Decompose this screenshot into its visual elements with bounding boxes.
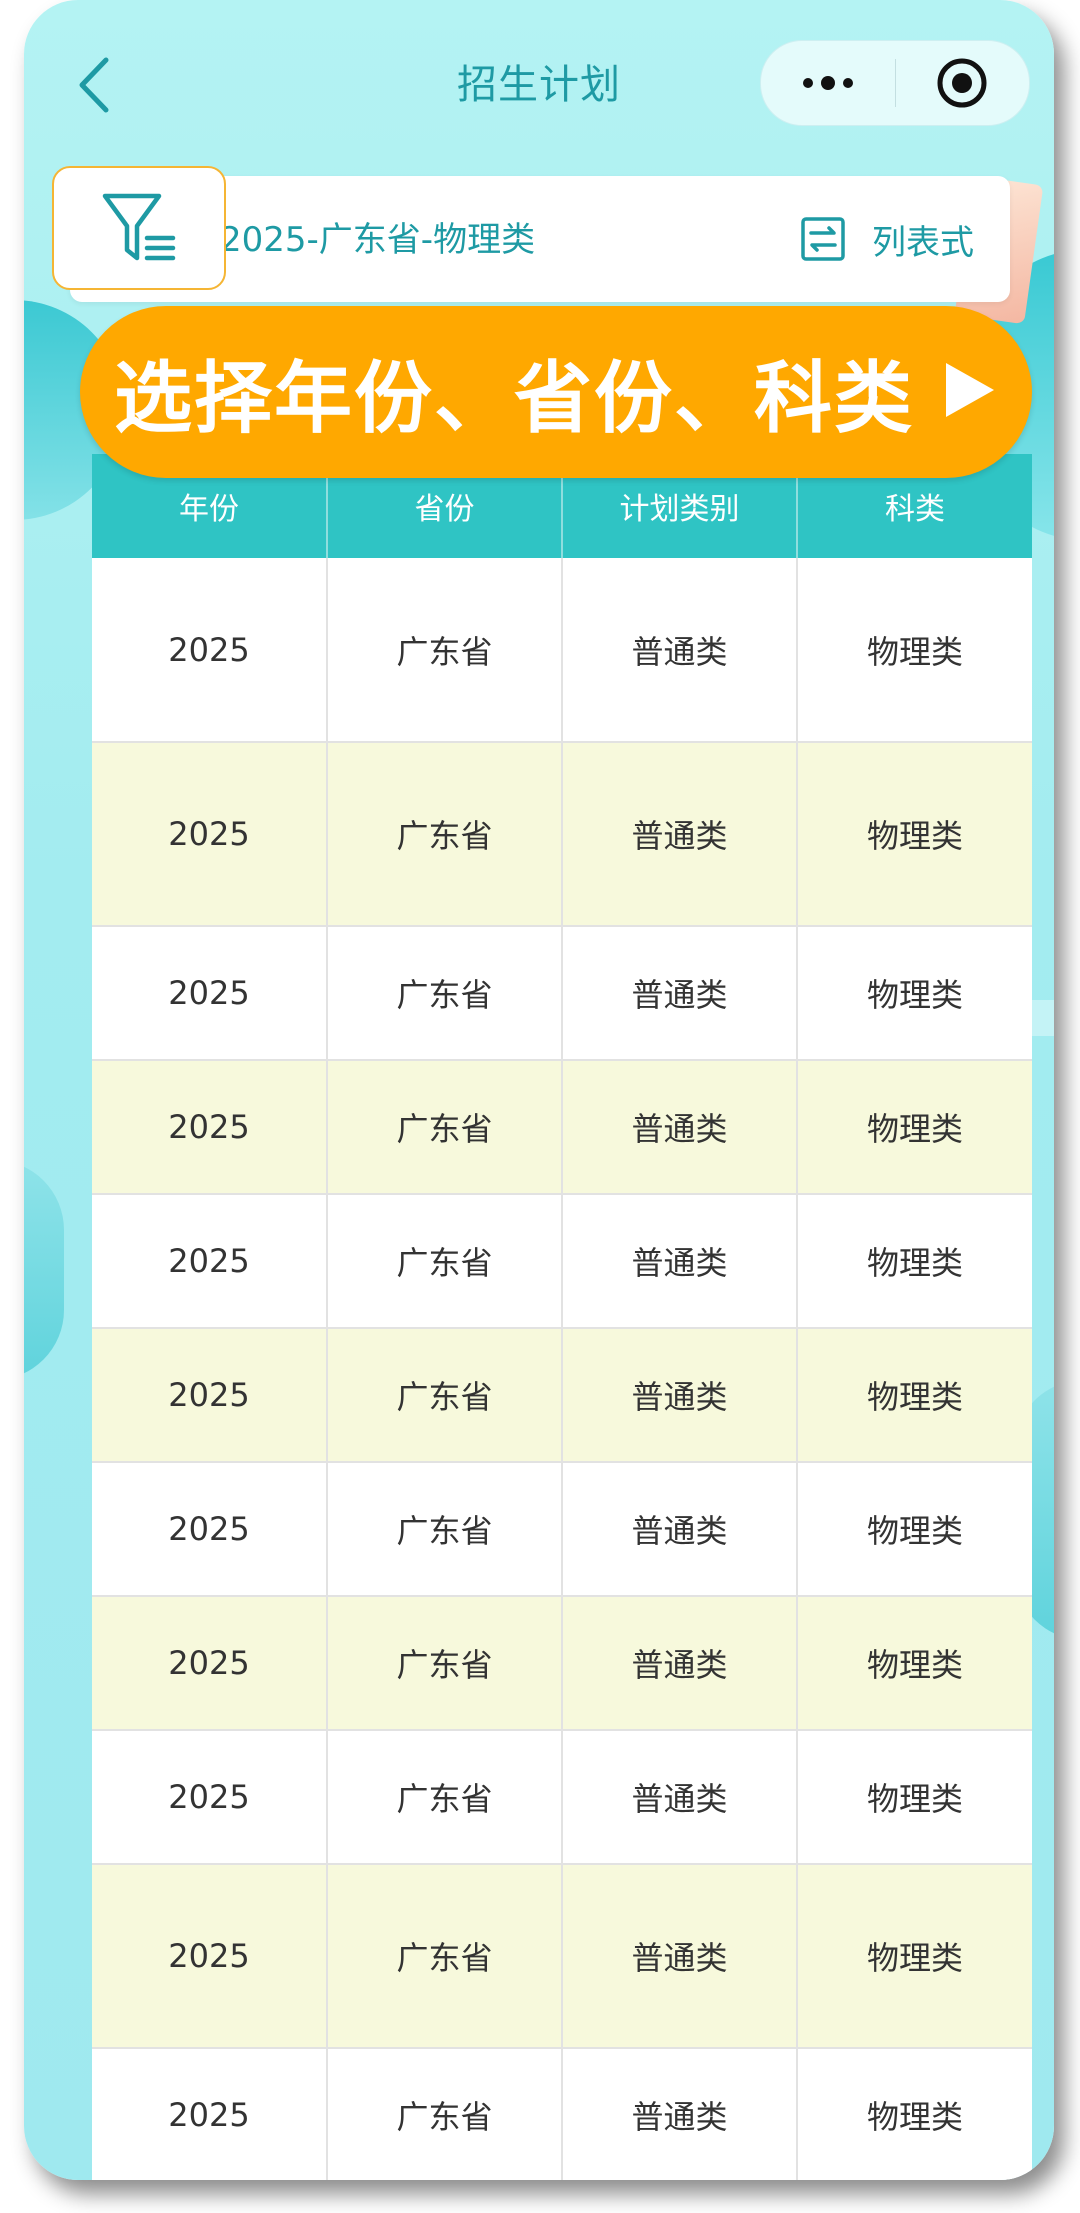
cell-plan-type: 普通类: [562, 742, 798, 927]
cell-subject: 物理类: [797, 1194, 1032, 1329]
cell-year: 2025: [92, 1864, 328, 2049]
cell-province: 广东省: [327, 1060, 563, 1195]
admission-plan-table: 年份 省份 计划类别 科类 2025 广东省 普通类 物理类 2025 广东省 普通类 物理类…: [92, 454, 1032, 2180]
table-row[interactable]: 2025 广东省 普通类 物理类: [92, 1596, 1032, 1731]
cell-province: 广东省: [327, 1864, 563, 2049]
banner-text: 选择年份、省份、科类: [113, 354, 914, 444]
cell-plan-type: 普通类: [562, 1462, 798, 1597]
swap-view-icon: [801, 217, 845, 261]
cell-year: 2025: [92, 558, 328, 743]
play-arrow-icon: [942, 359, 998, 425]
cell-province: 广东省: [327, 1328, 563, 1463]
cell-province: 广东省: [327, 1596, 563, 1731]
filter-button[interactable]: [52, 166, 226, 290]
cell-plan-type: 普通类: [562, 926, 798, 1061]
cell-subject: 物理类: [797, 1596, 1032, 1731]
cell-subject: 物理类: [797, 1060, 1032, 1195]
cell-subject: 物理类: [797, 1462, 1032, 1597]
cell-plan-type: 普通类: [562, 1194, 798, 1329]
cell-plan-type: 普通类: [562, 2048, 798, 2180]
table-row[interactable]: 2025 广东省 普通类 物理类: [92, 1730, 1032, 1865]
cell-year: 2025: [92, 742, 328, 927]
cell-province: 广东省: [327, 2048, 563, 2180]
target-circle-icon: [937, 58, 987, 108]
cell-subject: 物理类: [797, 2048, 1032, 2180]
select-hint-banner[interactable]: 选择年份、省份、科类: [80, 306, 1032, 478]
cell-year: 2025: [92, 1194, 328, 1329]
cell-subject: 物理类: [797, 1730, 1032, 1865]
filter-icon: [102, 193, 176, 261]
table-row[interactable]: 2025 广东省 普通类 物理类: [92, 1060, 1032, 1195]
table-row[interactable]: 2025 广东省 普通类 物理类: [92, 1864, 1032, 2049]
cell-plan-type: 普通类: [562, 1596, 798, 1731]
cell-year: 2025: [92, 1462, 328, 1597]
mini-program-screen: 招生计划 2025-广东省-物理类 列表式 年份 省份 计划类别 科类 2025…: [24, 0, 1054, 2180]
more-button[interactable]: [761, 41, 895, 125]
cell-subject: 物理类: [797, 742, 1032, 927]
cell-plan-type: 普通类: [562, 1328, 798, 1463]
cell-province: 广东省: [327, 1194, 563, 1329]
close-button[interactable]: [896, 41, 1030, 125]
cell-plan-type: 普通类: [562, 1730, 798, 1865]
mini-program-capsule: [760, 40, 1030, 126]
background-bump-left: [24, 1160, 64, 1380]
cell-province: 广东省: [327, 742, 563, 927]
cell-subject: 物理类: [797, 558, 1032, 743]
table-row[interactable]: 2025 广东省 普通类 物理类: [92, 558, 1032, 743]
view-toggle-label: 列表式: [872, 222, 974, 263]
filter-selection-text[interactable]: 2025-广东省-物理类: [220, 212, 535, 261]
cell-year: 2025: [92, 1328, 328, 1463]
table-row[interactable]: 2025 广东省 普通类 物理类: [92, 1194, 1032, 1329]
cell-year: 2025: [92, 1730, 328, 1865]
more-dots-icon: [802, 76, 853, 90]
table-row[interactable]: 2025 广东省 普通类 物理类: [92, 1328, 1032, 1463]
cell-province: 广东省: [327, 558, 563, 743]
cell-year: 2025: [92, 926, 328, 1061]
cell-year: 2025: [92, 1596, 328, 1731]
cell-province: 广东省: [327, 1462, 563, 1597]
cell-plan-type: 普通类: [562, 1060, 798, 1195]
cell-subject: 物理类: [797, 926, 1032, 1061]
table-row[interactable]: 2025 广东省 普通类 物理类: [92, 742, 1032, 927]
table-row[interactable]: 2025 广东省 普通类 物理类: [92, 2048, 1032, 2180]
cell-plan-type: 普通类: [562, 1864, 798, 2049]
cell-subject: 物理类: [797, 1328, 1032, 1463]
table-row[interactable]: 2025 广东省 普通类 物理类: [92, 926, 1032, 1061]
cell-year: 2025: [92, 2048, 328, 2180]
view-toggle-button[interactable]: 列表式: [800, 204, 974, 274]
cell-year: 2025: [92, 1060, 328, 1195]
cell-province: 广东省: [327, 1730, 563, 1865]
cell-subject: 物理类: [797, 1864, 1032, 2049]
table-row[interactable]: 2025 广东省 普通类 物理类: [92, 1462, 1032, 1597]
cell-plan-type: 普通类: [562, 558, 798, 743]
cell-province: 广东省: [327, 926, 563, 1061]
